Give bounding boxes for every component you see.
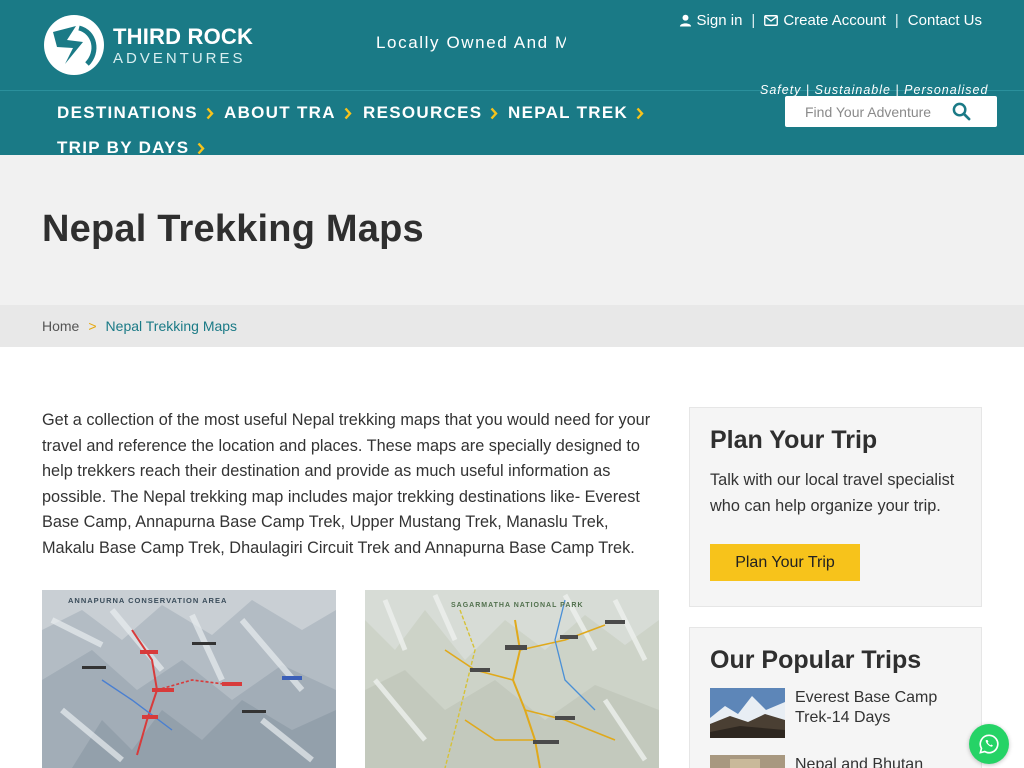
site-logo[interactable]: THIRD ROCK ADVENTURES xyxy=(43,14,253,76)
trip-name: Everest Base Camp Trek-14 Days xyxy=(795,689,938,726)
nav-item-label: RESOURCES xyxy=(363,103,483,122)
contact-us-link[interactable]: Contact Us xyxy=(908,12,982,29)
plan-trip-title: Plan Your Trip xyxy=(710,426,878,454)
account-links: Sign in | Create Account | Contact Us xyxy=(679,12,982,29)
breadcrumb-home[interactable]: Home xyxy=(42,318,79,334)
nav-item-nepal-trek[interactable]: NEPAL TREK xyxy=(508,103,644,123)
link-separator: | xyxy=(894,12,899,29)
map-thumbnail-everest[interactable]: SAGARMATHA NATIONAL PARK xyxy=(365,590,659,768)
map-thumbnail-annapurna[interactable]: ANNAPURNA CONSERVATION AREA xyxy=(42,590,336,768)
site-header: THIRD ROCK ADVENTURES Locally Owned And … xyxy=(0,0,1024,157)
breadcrumb-bar: Home > Nepal Trekking Maps xyxy=(0,305,1024,347)
sign-in-link[interactable]: Sign in xyxy=(679,12,743,29)
popular-trip-item[interactable]: Nepal and Bhutan xyxy=(710,755,955,768)
page-title: Nepal Trekking Maps xyxy=(42,208,424,250)
nav-item-about-tra[interactable]: ABOUT TRA xyxy=(224,103,352,123)
popular-trips-title: Our Popular Trips xyxy=(710,646,922,674)
chevron-right-icon xyxy=(344,107,352,119)
logo-title: THIRD ROCK xyxy=(113,24,254,49)
link-separator: | xyxy=(751,12,756,29)
header-slogan: Safety | Sustainable | Personalised xyxy=(760,83,989,97)
chevron-right-icon xyxy=(206,107,214,119)
chevron-right-icon xyxy=(198,142,206,154)
map-caption: SAGARMATHA NATIONAL PARK xyxy=(451,602,584,609)
search-box xyxy=(785,96,997,127)
nav-item-label: ABOUT TRA xyxy=(224,103,336,122)
chevron-right-icon xyxy=(490,107,499,119)
create-account-label: Create Account xyxy=(783,12,886,29)
everest-map-image: SAGARMATHA NATIONAL PARK xyxy=(365,590,659,768)
plan-trip-card: Plan Your Trip Talk with our local trave… xyxy=(689,407,982,607)
create-account-link[interactable]: Create Account xyxy=(764,12,886,29)
nav-item-label: NEPAL TREK xyxy=(508,103,629,122)
whatsapp-icon xyxy=(979,734,999,754)
trip-thumbnail xyxy=(710,755,785,768)
trip-thumbnail xyxy=(710,688,785,738)
popular-trip-item[interactable]: Everest Base Camp Trek-14 Days xyxy=(710,688,955,738)
nav-item-label: DESTINATIONS xyxy=(57,103,198,122)
annapurna-map-image: ANNAPURNA CONSERVATION AREA xyxy=(42,590,336,768)
breadcrumb-current[interactable]: Nepal Trekking Maps xyxy=(106,318,238,334)
logo-subtitle: ADVENTURES xyxy=(113,50,246,67)
sign-in-label: Sign in xyxy=(696,12,743,29)
header-tagline: Locally Owned And Managed xyxy=(376,33,566,52)
search-icon[interactable] xyxy=(952,102,971,121)
map-caption: ANNAPURNA CONSERVATION AREA xyxy=(68,596,227,605)
logo-mark-icon xyxy=(44,15,104,75)
trip-name: Nepal and Bhutan xyxy=(795,756,924,768)
page-title-band: Nepal Trekking Maps xyxy=(0,155,1024,305)
popular-trips-card: Our Popular Trips Everest Base Camp Trek… xyxy=(689,627,982,768)
user-icon xyxy=(679,14,691,27)
intro-paragraph: Get a collection of the most useful Nepa… xyxy=(42,411,651,557)
nav-item-resources[interactable]: RESOURCES xyxy=(363,103,499,123)
chevron-right-icon xyxy=(636,107,644,119)
contact-us-label: Contact Us xyxy=(907,12,982,29)
plan-trip-button[interactable]: Plan Your Trip xyxy=(710,544,860,581)
search-input[interactable] xyxy=(805,97,955,126)
envelope-icon xyxy=(764,15,779,26)
breadcrumb: Home > Nepal Trekking Maps xyxy=(42,318,237,334)
whatsapp-button[interactable] xyxy=(969,724,1009,764)
nav-item-destinations[interactable]: DESTINATIONS xyxy=(57,103,214,123)
plan-trip-text: Talk with our local travel specialist wh… xyxy=(710,471,955,515)
breadcrumb-separator: > xyxy=(88,318,97,334)
